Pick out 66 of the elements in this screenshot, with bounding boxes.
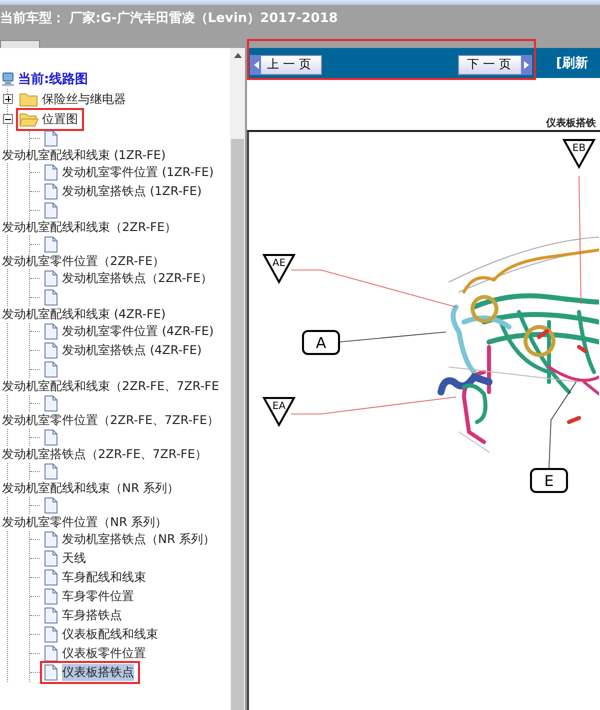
connector-label: E: [530, 468, 568, 493]
tree-item[interactable]: 保险丝与继电器: [42, 90, 126, 108]
refresh-link[interactable]: [刷新: [556, 54, 588, 72]
document-icon: [43, 395, 59, 412]
document-icon: [43, 270, 59, 287]
document-icon: [43, 429, 59, 446]
tree-item[interactable]: 发动机室配线和线束 (4ZR-FE): [2, 307, 166, 321]
expander-icon[interactable]: [3, 114, 13, 124]
document-icon: [43, 645, 59, 662]
tree-item[interactable]: 发动机室搭铁点 (4ZR-FE): [62, 342, 202, 359]
previous-page-button[interactable]: 上一页: [250, 54, 322, 74]
tree-item[interactable]: 天线: [62, 550, 86, 567]
document-icon: [43, 664, 59, 681]
ground-point-marker: AE: [262, 254, 296, 284]
tree-item[interactable]: 发动机室配线和线束（2ZR-FE）: [2, 220, 177, 234]
tree-item[interactable]: 车身搭铁点: [62, 607, 122, 624]
document-icon: [43, 531, 59, 548]
scrollbar[interactable]: [230, 48, 245, 710]
car-model-title: 当前车型： 厂家:G-广汽丰田雷凌（Levin）2017-2018: [0, 10, 338, 27]
tree-item[interactable]: 发动机室配线和线束（2ZR-FE、7ZR-FE: [2, 379, 220, 393]
diagram-title: 仪表板搭铁: [546, 116, 596, 130]
computer-icon: [1, 72, 15, 86]
tree-item[interactable]: 仪表板配线和线束: [62, 626, 158, 643]
next-page-button[interactable]: 下一页: [458, 54, 532, 74]
tree-item[interactable]: 发动机室零件位置 (1ZR-FE): [62, 164, 214, 181]
document-icon: [43, 202, 59, 219]
document-icon: [43, 569, 59, 586]
document-icon: [43, 236, 59, 253]
tree-item[interactable]: 发动机室搭铁点（NR 系列）: [62, 531, 216, 548]
document-icon: [43, 289, 59, 306]
tree-item[interactable]: 发动机室零件位置（2ZR-FE、7ZR-FE）: [2, 413, 220, 427]
tree-item[interactable]: 发动机室零件位置 (4ZR-FE): [62, 323, 214, 340]
document-icon: [43, 607, 59, 624]
tree-item[interactable]: 位置图: [42, 110, 78, 128]
document-icon: [43, 130, 59, 147]
document-icon: [43, 164, 59, 181]
ground-point-marker: EB: [562, 139, 596, 170]
tree-item[interactable]: 车身配线和线束: [62, 569, 146, 586]
document-icon: [43, 588, 59, 605]
tree-item[interactable]: 发动机室零件位置（NR 系列）: [2, 515, 168, 529]
connector-label: A: [302, 330, 340, 355]
tree-item[interactable]: 发动机室配线和线束（NR 系列）: [2, 481, 180, 495]
document-icon: [43, 626, 59, 643]
tree-root-label[interactable]: 当前:线路图: [18, 70, 88, 88]
document-icon: [43, 361, 59, 378]
tree-item[interactable]: 发动机室搭铁点（2ZR-FE、7ZR-FE）: [2, 447, 208, 461]
document-icon: [43, 183, 59, 200]
scrollbar-thumb[interactable]: [231, 139, 244, 710]
tree-item[interactable]: 发动机室搭铁点 (1ZR-FE): [62, 183, 202, 200]
open-folder-icon: [19, 111, 39, 127]
tree-item[interactable]: 发动机室配线和线束 (1ZR-FE): [2, 148, 166, 162]
tree-item[interactable]: 车身零件位置: [62, 588, 134, 605]
tree-item[interactable]: 仪表板零件位置: [62, 645, 146, 662]
document-icon: [43, 550, 59, 567]
tree-item[interactable]: 发动机室零件位置（2ZR-FE）: [2, 254, 165, 268]
document-icon: [43, 342, 59, 359]
document-icon: [43, 497, 59, 514]
folder-icon: [19, 91, 39, 107]
toolbar-button[interactable]: [0, 40, 40, 48]
scroll-up-icon[interactable]: [234, 53, 242, 58]
tree-item[interactable]: 仪表板搭铁点: [62, 664, 134, 681]
ground-point-marker: EA: [262, 397, 296, 428]
expander-icon[interactable]: [3, 94, 13, 104]
document-icon: [43, 463, 59, 480]
tree-item[interactable]: 发动机室搭铁点（2ZR-FE）: [62, 270, 213, 287]
document-icon: [43, 323, 59, 340]
